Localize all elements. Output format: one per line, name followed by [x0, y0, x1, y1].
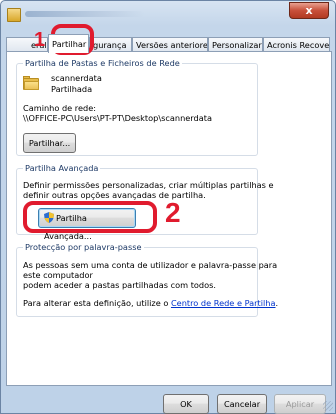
- network-sharing-group: Partilha de Pastas e Ficheiros de Rede s…: [16, 58, 258, 156]
- password-protection-group: Protecção por palavra-passe As pessoas s…: [16, 242, 278, 317]
- shared-folder-icon: [23, 76, 39, 90]
- group-title: Protecção por palavra-passe: [23, 242, 144, 252]
- password-line3: podem aceder a pastas partilhadas com to…: [23, 280, 216, 290]
- annotation-step-2: 2: [165, 197, 181, 228]
- cancel-button[interactable]: Cancelar: [217, 394, 267, 414]
- password-line2: este computador: [23, 270, 93, 280]
- tab-previous-versions[interactable]: Versões anteriores: [132, 37, 208, 52]
- folder-status: Partilhada: [51, 84, 93, 94]
- apply-button[interactable]: Aplicar: [274, 394, 326, 414]
- annotation-highlight-advanced-button: [23, 201, 157, 233]
- folder-icon: [7, 8, 21, 22]
- group-title: Partilha de Pastas e Ficheiros de Rede: [23, 58, 182, 68]
- folder-name: scannerdata: [51, 73, 102, 83]
- password-line1: As pessoas sem uma conta de utilizador e…: [23, 260, 278, 270]
- network-path-label: Caminho de rede:: [23, 103, 97, 113]
- title-bar[interactable]: x: [1, 1, 335, 29]
- network-path[interactable]: \\OFFICE-PC\Users\PT-PT\Desktop\scannerd…: [23, 113, 212, 123]
- change-setting-period: .: [275, 298, 279, 308]
- tab-customize[interactable]: Personalizar: [208, 37, 263, 52]
- annotation-step-1: 1: [34, 29, 46, 51]
- change-setting-prefix: Para alterar esta definição, utilize o: [23, 298, 169, 308]
- network-sharing-center-link[interactable]: Centro de Rede e Partilha: [171, 298, 276, 308]
- tab-acronis-recovery[interactable]: Acronis Recovery: [263, 37, 330, 52]
- ok-button[interactable]: OK: [163, 394, 209, 414]
- group-title: Partilha Avançada: [23, 163, 101, 173]
- change-setting-text: Para alterar esta definição, utilize o C…: [23, 298, 278, 308]
- blurred-title: [25, 11, 145, 17]
- tab-security[interactable]: gurança: [89, 37, 132, 52]
- close-button[interactable]: x: [289, 2, 329, 19]
- share-button[interactable]: Partilhar...: [23, 133, 76, 153]
- tab-strip: eral Partilhar gurança Versões anteriore…: [6, 34, 332, 53]
- tab-sharing[interactable]: Partilhar: [48, 34, 89, 53]
- resize-grip[interactable]: [323, 401, 333, 411]
- advanced-description-line1: Definir permissões personalizadas, criar…: [23, 180, 274, 190]
